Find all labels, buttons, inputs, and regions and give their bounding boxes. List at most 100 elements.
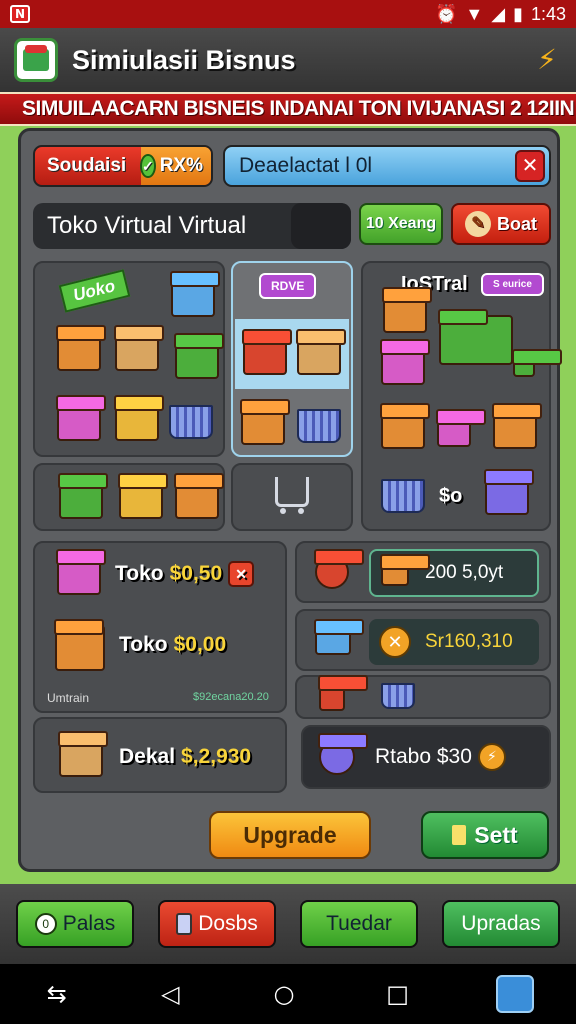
buy-green-button[interactable]: 10 Xeang [359,203,443,245]
home-icon[interactable]: ○ [269,979,299,1009]
boost-button[interactable]: ✎ Boat [451,203,551,245]
palas-button[interactable]: 0 Palas [16,900,134,948]
inventory-tile-center[interactable]: RDVE [231,261,353,457]
document-icon [176,913,193,935]
stats-list-right: 200 5,0yt [295,541,551,603]
info-field[interactable]: Deaelactat l 0l ✕ [223,145,551,187]
box-item[interactable] [115,331,159,371]
inventory-tile-center-lower[interactable] [231,463,353,531]
stat-value-2: ✕ Sr160,310 [369,619,539,665]
stat-row-4[interactable]: Rtabo $30 ⚡ [375,743,506,771]
lightning-icon[interactable]: ⚡ [532,45,562,75]
box-item[interactable] [57,401,101,441]
stat-value-1-text: 200 5,0yt [425,562,504,583]
cart-icon[interactable] [275,477,309,514]
store-name-input[interactable]: Toko Virtual Virtual [33,203,351,249]
cancel-coin-icon[interactable]: ✕ [379,626,411,658]
signal-icon: ◢ [491,3,506,24]
close-button[interactable]: ✕ [515,150,545,182]
list-footer-right: $92ecana20.20 [193,691,269,703]
box-item[interactable] [513,355,535,377]
store-logo-icon [14,38,58,82]
crate-icon [381,560,409,586]
stats-row-right-3 [295,675,551,719]
box-item[interactable] [175,479,219,519]
product-row[interactable]: Toko $0,00 [119,633,226,657]
box-item[interactable] [297,335,341,375]
dosbs-button-label: Dosbs [198,912,258,935]
status-pill-label: Soudaisi [47,155,127,176]
back-icon[interactable]: ◁ [155,979,185,1009]
app-title: Simiulasii Bisnus [72,44,296,75]
bottom-action-bar: 0 Palas Dosbs Tuedar Upradas [0,884,576,964]
truck-icon [315,625,351,655]
box-item[interactable] [171,277,215,317]
rotate-icon[interactable]: ⇆ [42,979,72,1009]
dosbs-button[interactable]: Dosbs [158,900,276,948]
box-item[interactable] [381,345,425,385]
cart-item[interactable] [493,409,537,449]
lightning-coin-icon[interactable]: ⚡ [477,743,506,771]
box-item[interactable] [241,405,285,445]
tile-price: $o [439,485,463,507]
jar-item[interactable] [437,415,471,447]
upradas-button[interactable]: Upradas [442,900,560,948]
battery-icon: ▮ [513,3,523,24]
remove-icon[interactable]: ✕ [228,561,255,587]
app-switch-icon[interactable] [496,975,535,1013]
inventory-tile-left[interactable]: Uoko [33,261,225,457]
cart-icon[interactable] [381,479,425,513]
product-list-left-lower: Dekal $,2,930 [33,717,287,793]
main-panel: Soudaisi ✓ RX% Deaelactat l 0l ✕ Toko Vi… [18,128,560,872]
tools-icon: ✎ [465,211,491,237]
box-item[interactable] [57,331,101,371]
product-name: Toko [119,633,168,656]
stats-row-right-2: ✕ Sr160,310 [295,609,551,671]
recents-icon[interactable]: □ [383,979,413,1009]
stat-value-1: 200 5,0yt [369,549,539,597]
stat-row-4-text: Rtabo $30 [375,745,472,768]
box-item[interactable] [115,401,159,441]
inventory-tile-right[interactable]: IoSTral S eurice $o [361,261,551,531]
status-bar: N ⏰ ▼ ◢ ▮ 1:43 [0,0,576,28]
settings-icon [452,825,467,845]
product-name: Toko [115,562,164,585]
product-name: Dekal [119,745,176,768]
product-icon [57,555,101,595]
basket-icon [381,683,415,709]
upgrade-button[interactable]: Upgrade [209,811,371,859]
basket-item[interactable] [439,315,513,365]
status-pill-value: RX% [159,155,203,176]
boost-button-label: Boat [497,213,537,234]
close-icon: ✕ [521,155,539,177]
title-bar: Simiulasii Bisnus ⚡ [0,28,576,92]
box-item[interactable] [485,475,529,515]
app-notification-icon: N [10,5,30,23]
clock: 1:43 [530,3,566,24]
status-pill-value-segment: ✓ RX% [139,147,211,185]
product-row[interactable]: Toko $0,50 ✕ [115,561,255,587]
bag-item[interactable] [383,293,427,333]
basket-item[interactable] [169,405,213,439]
tile-sign: S eurice [481,273,544,296]
check-icon: ✓ [139,154,156,178]
store-name-value: Toko Virtual Virtual [47,212,247,239]
shop-item[interactable] [59,479,103,519]
product-icon [59,737,103,777]
inventory-tile-left-lower[interactable] [33,463,225,531]
status-pill[interactable]: Soudaisi ✓ RX% [33,145,213,187]
input-end-cap [291,203,351,249]
box-item[interactable] [119,479,163,519]
settings-button-label: Sett [474,821,518,848]
tile-sign: RDVE [259,273,317,299]
coin-icon: 0 [34,913,57,935]
product-price: $0,00 [173,633,227,656]
product-row[interactable]: Dekal $,2,930 [119,745,251,769]
box-item[interactable] [243,335,287,375]
gem-icon [319,739,355,775]
settings-button[interactable]: Sett [421,811,549,859]
tuedar-button[interactable]: Tuedar [300,900,418,948]
box-item[interactable] [381,409,425,449]
basket-item[interactable] [297,409,341,443]
box-item[interactable] [175,339,219,379]
